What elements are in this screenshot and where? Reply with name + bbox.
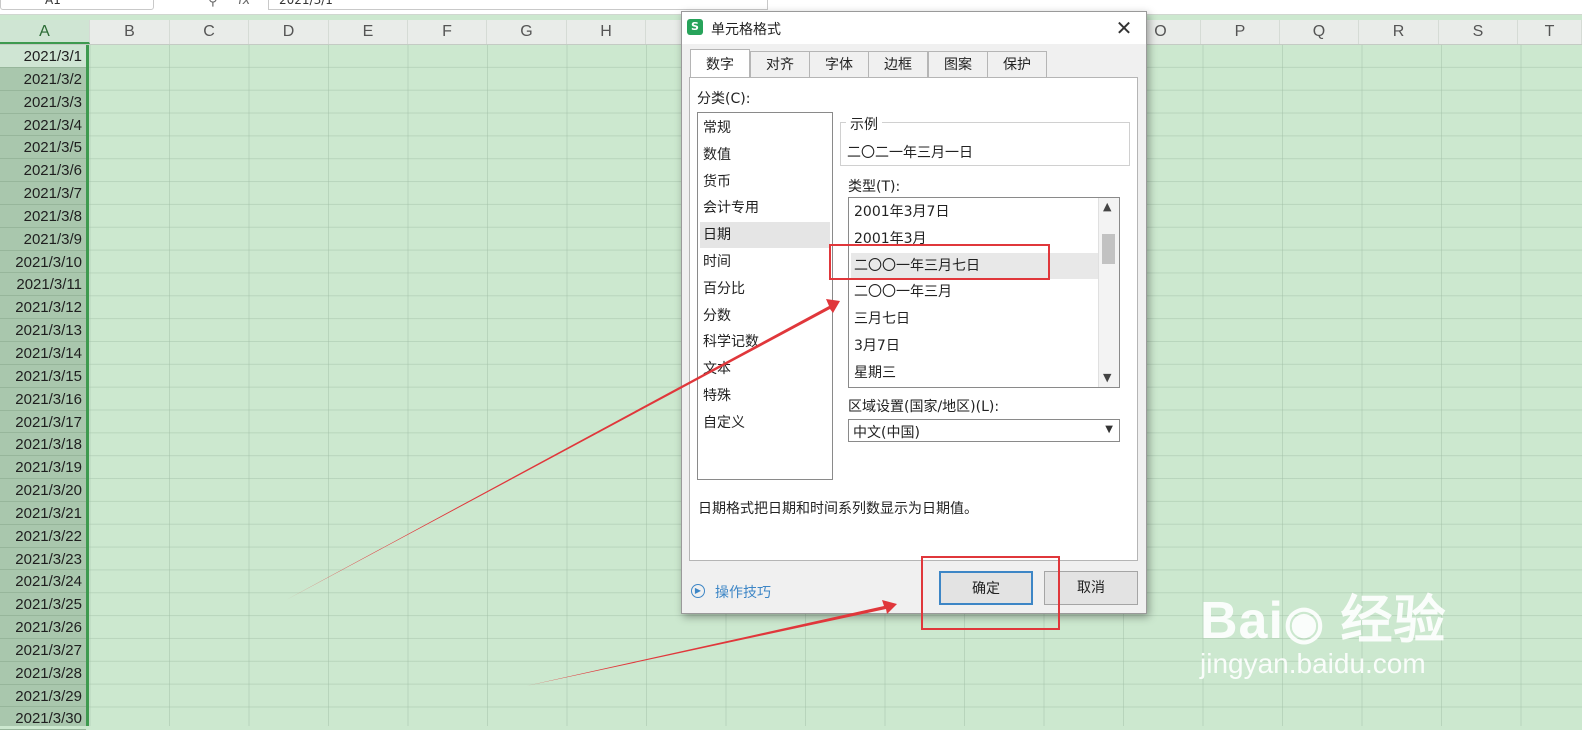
zoom-icon[interactable]: ⚲ [208, 0, 218, 9]
format-cells-dialog: S 单元格格式 ✕ 数字 对齐 字体 边框 图案 保护 分类(C): 常规 数值货… [681, 11, 1147, 614]
scroll-down-icon[interactable]: ▼ [1103, 371, 1111, 384]
column-header-r[interactable]: R [1359, 20, 1439, 44]
column-a-cells[interactable]: 2021/3/1 2021/3/2 2021/3/3 2021/3/4 2021/3/5… [0, 45, 89, 730]
type-item[interactable]: 3月7日 [851, 333, 1099, 359]
number-tab-panel: 分类(C): 常规 数值 货币 会计专用 日期 时间 百分比 分数 科学记数 文本 特殊 自定义 示例… [689, 77, 1138, 561]
cell-a19[interactable]: 2021/3/19 [0, 456, 86, 480]
category-item[interactable]: 会计专用 [700, 195, 830, 221]
cell-a3[interactable]: 2021/3/3 [0, 91, 86, 114]
category-item[interactable]: 科学记数 [700, 329, 830, 355]
sample-value: 二〇二一年三月一日 [847, 145, 973, 161]
category-item[interactable]: 分数 [700, 303, 830, 329]
format-description: 日期格式把日期和时间系列数显示为日期值。 [698, 501, 978, 517]
cell-a16[interactable]: 2021/3/16 [0, 388, 86, 411]
cell-a6[interactable]: 2021/3/6 [0, 159, 86, 183]
baidu-logo: Bai◉ 经验 [1200, 592, 1447, 650]
cell-a13[interactable]: 2021/3/13 [0, 319, 86, 342]
play-icon: ▶ [691, 584, 705, 598]
column-header-t[interactable]: T [1518, 20, 1582, 44]
column-header-g[interactable]: G [487, 20, 567, 44]
sample-label: 示例 [846, 114, 882, 134]
cell-a18[interactable]: 2021/3/18 [0, 433, 86, 457]
cell-a8[interactable]: 2021/3/8 [0, 205, 86, 228]
tips-label[interactable]: 操作技巧 [715, 582, 771, 602]
cell-a21[interactable]: 2021/3/21 [0, 502, 86, 525]
type-label: 类型(T): [848, 179, 901, 195]
category-item[interactable]: 常规 [700, 115, 830, 141]
category-item[interactable]: 日期 [700, 222, 830, 249]
cell-a30[interactable]: 2021/3/30 [0, 707, 86, 730]
tab-number[interactable]: 数字 [690, 49, 750, 77]
cell-a23[interactable]: 2021/3/23 [0, 548, 86, 571]
category-item[interactable]: 百分比 [700, 276, 830, 302]
cell-a26[interactable]: 2021/3/26 [0, 616, 86, 639]
cell-a25[interactable]: 2021/3/25 [0, 593, 86, 617]
column-header-d[interactable]: D [249, 20, 329, 44]
dialog-title: 单元格格式 [711, 22, 781, 38]
cell-a11[interactable]: 2021/3/11 [0, 273, 86, 297]
category-item[interactable]: 时间 [700, 249, 830, 275]
name-box[interactable]: A1 [0, 0, 154, 10]
cell-a27[interactable]: 2021/3/27 [0, 639, 86, 662]
cell-a15[interactable]: 2021/3/15 [0, 365, 86, 388]
annotation-box-ok [921, 556, 1060, 630]
tab-alignment[interactable]: 对齐 [750, 51, 810, 77]
cell-a7[interactable]: 2021/3/7 [0, 182, 86, 205]
category-label: 分类(C): [697, 91, 751, 107]
tab-pattern[interactable]: 图案 [928, 51, 988, 77]
type-item[interactable]: 二〇〇一年三月 [851, 279, 1099, 305]
column-header-b[interactable]: B [90, 20, 170, 44]
column-header-f[interactable]: F [408, 20, 487, 44]
locale-select[interactable]: 中文(中国) ▼ [848, 419, 1120, 442]
dropdown-arrow-icon[interactable]: ▼ [1105, 424, 1113, 435]
cell-a29[interactable]: 2021/3/29 [0, 685, 86, 708]
baidu-watermark: Bai◉ 经验 jingyan.baidu.com [1200, 548, 1500, 688]
category-item[interactable]: 货币 [700, 169, 830, 195]
cell-a17[interactable]: 2021/3/17 [0, 411, 86, 434]
tab-font[interactable]: 字体 [809, 51, 869, 77]
scrollbar-thumb[interactable] [1102, 234, 1115, 264]
column-header-q[interactable]: Q [1280, 20, 1359, 44]
tab-border[interactable]: 边框 [868, 51, 928, 77]
type-item[interactable]: 2001年3月7日 [851, 199, 1099, 225]
column-header-c[interactable]: C [170, 20, 249, 44]
cell-a9[interactable]: 2021/3/9 [0, 228, 86, 251]
fx-icon: fx [238, 0, 251, 8]
locale-value: 中文(中国) [853, 425, 920, 441]
cell-a5[interactable]: 2021/3/5 [0, 136, 86, 160]
type-item[interactable]: 三月七日 [851, 306, 1099, 332]
type-item[interactable]: 星期三 [851, 360, 1099, 386]
dialog-title-bar[interactable]: S 单元格格式 ✕ [682, 12, 1146, 44]
category-item[interactable]: 特殊 [700, 383, 830, 409]
column-header-a[interactable]: A [0, 20, 90, 44]
cell-a10[interactable]: 2021/3/10 [0, 251, 86, 274]
tab-protection[interactable]: 保护 [987, 51, 1047, 77]
cell-a14[interactable]: 2021/3/14 [0, 342, 86, 365]
cell-a22[interactable]: 2021/3/22 [0, 525, 86, 548]
watermark-url: jingyan.baidu.com [1200, 648, 1426, 679]
column-header-e[interactable]: E [329, 20, 408, 44]
cell-a12[interactable]: 2021/3/12 [0, 296, 86, 320]
locale-label: 区域设置(国家/地区)(L): [848, 399, 1000, 415]
category-item[interactable]: 自定义 [700, 410, 830, 436]
category-item[interactable]: 文本 [700, 356, 830, 382]
wps-app-icon: S [687, 19, 703, 35]
formula-input[interactable]: 2021/3/1 [268, 0, 768, 10]
cell-a4[interactable]: 2021/3/4 [0, 114, 86, 137]
column-header-h[interactable]: H [567, 20, 646, 44]
cell-a2[interactable]: 2021/3/2 [0, 68, 86, 91]
cell-a1[interactable]: 2021/3/1 [0, 45, 86, 68]
cell-a28[interactable]: 2021/3/28 [0, 662, 86, 685]
close-icon[interactable]: ✕ [1110, 14, 1138, 42]
type-list[interactable]: 星期三 3月7日 三月七日 二〇〇一年三月 二〇〇一年三月七日 2001年3月 2001年3… [848, 197, 1120, 388]
category-item[interactable]: 数值 [700, 142, 830, 168]
annotation-box-type [829, 244, 1050, 280]
scroll-up-icon[interactable]: ▲ [1103, 200, 1111, 213]
type-list-scrollbar[interactable]: ▲ ▼ [1098, 198, 1119, 387]
column-header-s[interactable]: S [1439, 20, 1518, 44]
column-header-p[interactable]: P [1201, 20, 1280, 44]
cell-a24[interactable]: 2021/3/24 [0, 570, 86, 594]
cell-a20[interactable]: 2021/3/20 [0, 479, 86, 502]
category-list[interactable]: 常规 数值 货币 会计专用 日期 时间 百分比 分数 科学记数 文本 特殊 自定义 [697, 112, 833, 480]
